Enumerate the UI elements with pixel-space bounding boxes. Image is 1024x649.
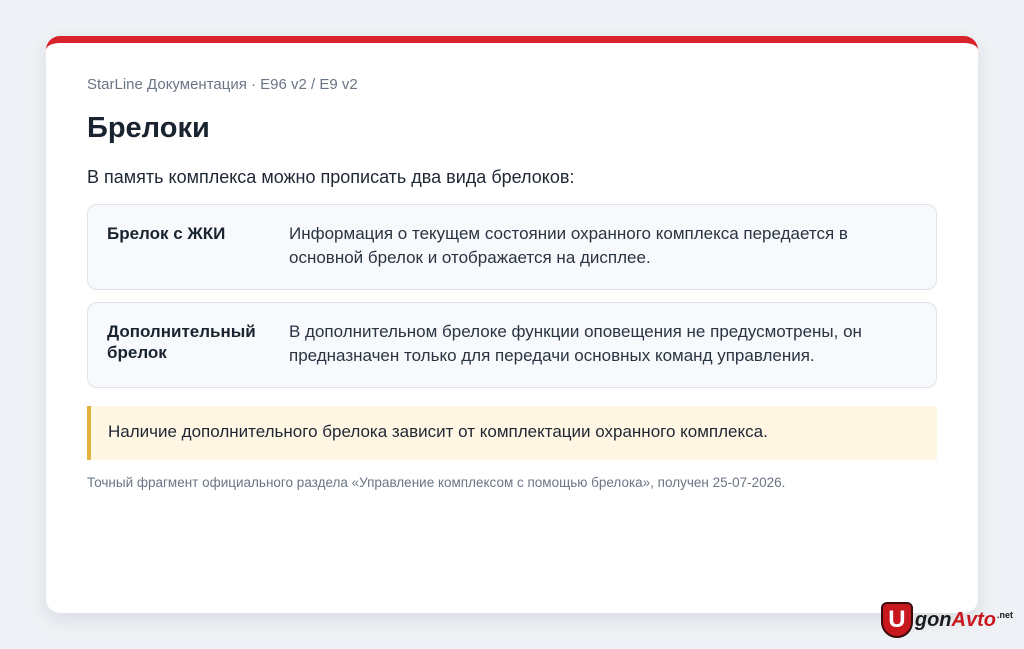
source-note: Точный фрагмент официального раздела «Уп… bbox=[87, 475, 786, 490]
fob-item-lcd: Брелок с ЖКИ Информация о текущем состоя… bbox=[87, 204, 937, 290]
watermark-part1: gon bbox=[914, 609, 952, 631]
watermark-suffix: .net bbox=[996, 610, 1013, 620]
fob-description: Информация о текущем состоянии охранного… bbox=[289, 224, 848, 267]
breadcrumb: StarLine Документация · E96 v2 / E9 v2 bbox=[87, 76, 358, 93]
content-card: StarLine Документация · E96 v2 / E9 v2 Б… bbox=[46, 36, 978, 613]
watermark-part2: Avto bbox=[951, 609, 996, 631]
shield-logo-icon: U bbox=[880, 602, 913, 638]
fob-name: Дополнительный брелок bbox=[107, 322, 256, 362]
watermark-text: gonAvto bbox=[915, 609, 996, 631]
ugonavto-watermark: U gonAvto .net bbox=[880, 602, 1013, 638]
note-callout: Наличие дополнительного брелока зависит … bbox=[87, 406, 937, 460]
fob-item-additional: Дополнительный брелок В дополнительном б… bbox=[87, 302, 937, 388]
intro-text: В память комплекса можно прописать два в… bbox=[87, 167, 575, 187]
page-title: Брелоки bbox=[87, 112, 210, 144]
fob-name: Брелок с ЖКИ bbox=[107, 224, 226, 243]
fob-description: В дополнительном брелоке функции оповеще… bbox=[289, 322, 862, 365]
